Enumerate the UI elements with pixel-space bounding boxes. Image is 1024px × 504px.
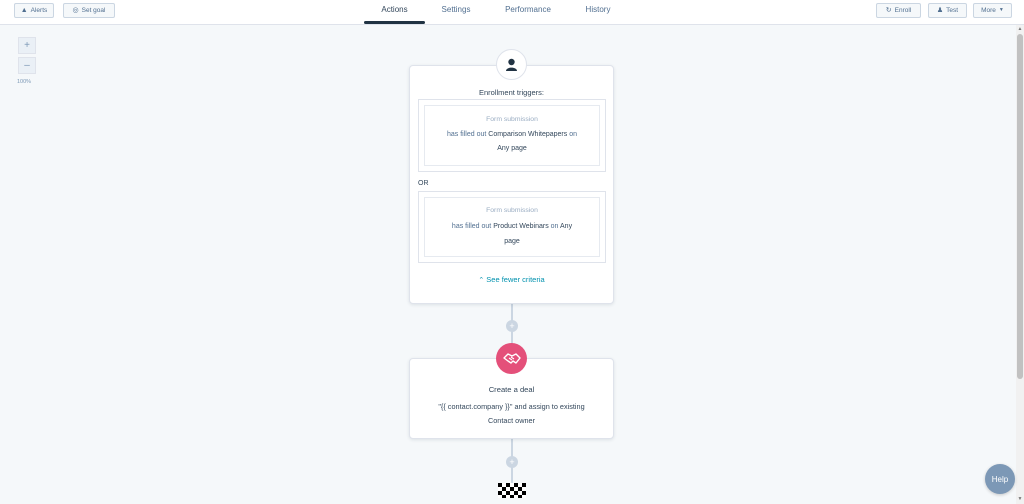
trigger-prefix: has filled out <box>447 131 487 138</box>
trigger-type: Form submission <box>486 207 538 214</box>
trigger-on: on <box>550 223 559 230</box>
trigger-criteria-inner: Form submission has filled out Product W… <box>424 197 600 257</box>
warning-triangle-icon: ▲ <box>20 7 28 14</box>
help-button[interactable]: Help <box>985 464 1015 494</box>
trigger-form-name: Comparison Whitepapers <box>488 131 568 138</box>
action-title: Create a deal <box>488 385 535 394</box>
trigger-type: Form submission <box>486 116 538 123</box>
enroll-label: Enroll <box>894 7 912 14</box>
target-icon: ◎ <box>72 7 79 14</box>
handshake-icon <box>496 343 527 374</box>
set-goal-label: Set goal <box>81 7 106 14</box>
trigger-page-part: Any <box>560 223 573 230</box>
zoom-in-button[interactable]: + <box>18 37 36 54</box>
trigger-criteria-box[interactable]: Form submission has filled out Compariso… <box>418 99 606 172</box>
more-dropdown[interactable]: More ▼ <box>973 3 1012 18</box>
test-button[interactable]: ♟ Test <box>928 3 967 18</box>
minus-icon: – <box>24 60 30 71</box>
action-detail: "{{ contact.company }}" and assign to ex… <box>438 402 585 411</box>
set-goal-button[interactable]: ◎ Set goal <box>63 3 115 18</box>
see-fewer-criteria-link[interactable]: ⌃ See fewer criteria <box>409 275 614 284</box>
trigger-form-name: Product Webinars <box>493 223 549 230</box>
tab-actions[interactable]: Actions <box>364 5 425 14</box>
action-owner: Contact owner <box>487 416 536 425</box>
enrollment-triggers-title: Enrollment triggers: <box>478 88 545 97</box>
alerts-button[interactable]: ▲ Alerts <box>14 3 54 18</box>
trigger-description: has filled out Product Webinars on Any <box>425 223 599 230</box>
alerts-label: Alerts <box>30 7 48 14</box>
scroll-up-arrow-icon[interactable]: ▲ <box>1017 26 1023 32</box>
see-fewer-label: See fewer criteria <box>486 275 545 284</box>
zoom-out-button[interactable]: – <box>18 57 36 74</box>
top-toolbar: ▲ Alerts ◎ Set goal Actions Settings Per… <box>0 0 1024 25</box>
contact-avatar-icon <box>496 49 527 80</box>
test-label: Test <box>946 7 959 14</box>
more-label: More <box>981 7 996 14</box>
or-separator: OR <box>418 180 429 187</box>
tab-settings[interactable]: Settings <box>432 5 480 14</box>
trigger-criteria-box[interactable]: Form submission has filled out Product W… <box>418 191 606 263</box>
trigger-page: page <box>504 238 520 245</box>
tab-history[interactable]: History <box>577 5 619 14</box>
add-action-button[interactable]: + <box>506 456 518 468</box>
checkered-flag-icon <box>498 483 526 498</box>
person-icon: ♟ <box>936 7 944 14</box>
active-tab-indicator <box>364 21 425 24</box>
refresh-icon: ↻ <box>885 7 892 14</box>
tab-performance[interactable]: Performance <box>498 5 558 14</box>
trigger-description: has filled out Comparison Whitepapers on <box>425 131 599 138</box>
chevron-up-icon: ⌃ <box>478 277 485 284</box>
trigger-on: on <box>569 131 577 138</box>
enroll-button[interactable]: ↻ Enroll <box>876 3 921 18</box>
trigger-page: Any page <box>497 145 527 152</box>
trigger-criteria-inner: Form submission has filled out Compariso… <box>424 105 600 166</box>
scroll-down-arrow-icon[interactable]: ▼ <box>1017 496 1023 502</box>
zoom-level: 100% <box>17 79 32 85</box>
plus-icon: + <box>24 40 30 51</box>
add-action-button[interactable]: + <box>506 320 518 332</box>
scrollbar-thumb[interactable] <box>1017 34 1023 379</box>
trigger-prefix: has filled out <box>451 223 492 230</box>
caret-down-icon: ▼ <box>998 7 1004 13</box>
